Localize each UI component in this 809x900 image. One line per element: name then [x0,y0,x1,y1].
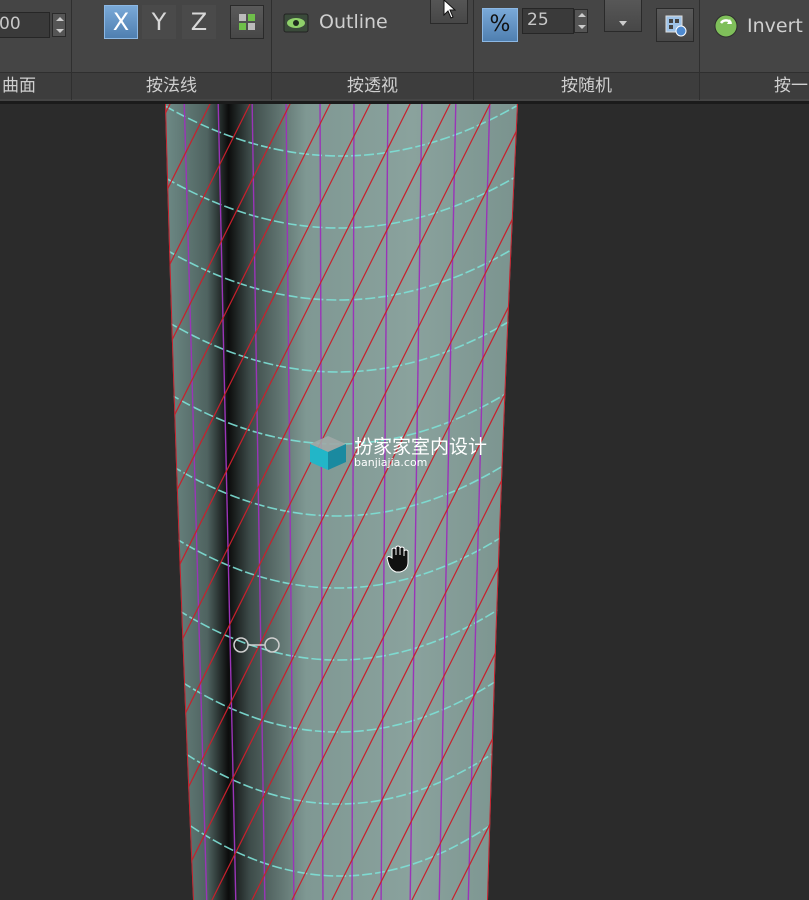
group-title-by-one: 按一 [700,72,809,99]
wire-diagonal-line [560,104,809,900]
outline-label: Outline [319,11,388,33]
cursor-arrow-icon [442,0,458,23]
wire-diagonal-line [720,104,809,900]
group-title-surface: 曲面 [0,72,71,99]
chevron-down-icon [619,21,627,26]
wire-diagonal-line [165,104,181,900]
watermark: 扮家家室内设计 banjiajia.com [306,430,506,480]
wire-diagonal-line [520,104,809,900]
outline-button[interactable]: Outline [278,6,418,40]
3d-viewport[interactable]: 扮家家室内设计 banjiajia.com [0,104,809,900]
group-title-by-perspective: 按透视 [272,72,473,99]
group-by-normal: X Y Z 按法线 [72,0,272,100]
invert-icon [713,13,739,43]
group-title-by-normal: 按法线 [72,72,271,99]
axis-y-button[interactable]: Y [142,5,176,39]
surface-spinner-input[interactable]: 00 [0,12,50,38]
group-title-by-random: 按随机 [474,72,699,99]
invert-button[interactable]: Invert . [706,8,809,42]
wire-diagonal-line [600,104,809,900]
wire-diagonal-line [760,104,809,900]
grid-layout-button[interactable] [230,5,264,39]
watermark-logo-icon [306,434,348,476]
random-percent-input[interactable]: 25 [522,8,574,34]
wire-diagonal-line [800,104,809,900]
grid-icon [238,13,256,31]
eye-icon [283,11,309,35]
surface-spinner-arrows[interactable] [52,13,66,37]
mesh-canvas[interactable] [0,104,809,900]
axis-x-button[interactable]: X [104,5,138,39]
watermark-brand: 扮家家室内设计 [354,436,488,458]
wire-diagonal-line [479,104,518,900]
group-surface: 00 曲面 [0,0,72,100]
select-dropdown-button[interactable] [604,0,642,32]
wire-diagonal-line [0,104,140,900]
select-region-button[interactable] [656,8,694,42]
cylinder-mesh[interactable] [165,104,518,900]
ribbon-toolbar: 00 曲面 X Y Z 按法线 Outline 按透视 % 25 按随机 Inv… [0,0,809,104]
region-select-icon [665,15,687,41]
axis-z-button[interactable]: Z [182,5,216,39]
group-by-random: % 25 按随机 [474,0,700,100]
watermark-url: banjiajia.com [354,456,428,469]
group-by-perspective: Outline 按透视 [272,0,474,100]
random-percent-spinner[interactable] [574,9,588,33]
group-by-one: Invert . 按一 [700,0,809,100]
percent-button[interactable]: % [482,8,518,42]
select-cursor-button[interactable] [430,0,468,24]
wire-diagonal-line [640,104,809,900]
invert-label: Invert . [747,15,809,37]
wire-diagonal-line [680,104,809,900]
